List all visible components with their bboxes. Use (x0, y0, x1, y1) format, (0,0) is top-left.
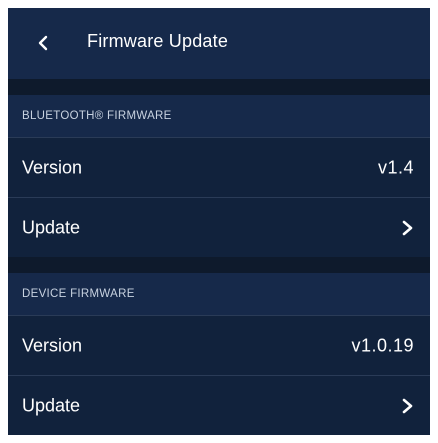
version-label: Version (22, 157, 83, 177)
section-header-device: DEVICE FIRMWARE (8, 273, 430, 315)
section-gap (8, 257, 430, 273)
bluetooth-version-value: v1.4 (377, 157, 414, 177)
app-header: Firmware Update (8, 8, 430, 79)
chevron-right-icon (402, 398, 413, 413)
back-button[interactable] (28, 28, 58, 58)
section-header-bluetooth: BLUETOOTH® FIRMWARE (8, 95, 430, 137)
firmware-update-screen: Firmware Update BLUETOOTH® FIRMWARE Vers… (8, 8, 430, 435)
update-label: Update (22, 395, 81, 415)
bluetooth-version-row: Version v1.4 (8, 137, 430, 197)
chevron-right-icon (402, 220, 413, 235)
device-update-row[interactable]: Update (8, 375, 430, 435)
device-version-row: Version v1.0.19 (8, 315, 430, 375)
section-gap (8, 79, 430, 95)
version-label: Version (22, 335, 83, 355)
page-title: Firmware Update (87, 31, 229, 51)
update-label: Update (22, 217, 81, 237)
bluetooth-update-row[interactable]: Update (8, 197, 430, 257)
device-version-value: v1.0.19 (351, 335, 414, 355)
chevron-left-icon (38, 35, 48, 51)
